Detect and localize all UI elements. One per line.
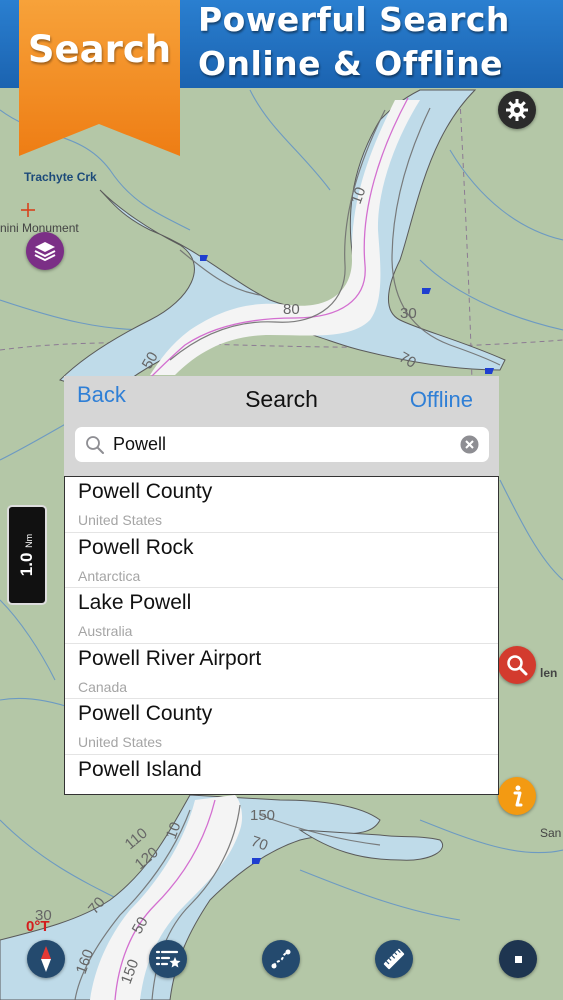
settings-gear-icon (506, 99, 528, 121)
offline-toggle-button[interactable]: Offline (410, 387, 473, 413)
record-stop-icon (515, 956, 522, 963)
list-item[interactable]: Powell County United States (65, 699, 498, 755)
measure-button[interactable] (375, 940, 413, 978)
result-name: Powell River Airport (78, 646, 262, 670)
banner-headline-2: Online & Offline (198, 44, 504, 83)
layers-icon (34, 242, 56, 262)
settings-button[interactable] (498, 91, 536, 129)
list-item[interactable]: Powell Island (65, 755, 498, 794)
result-name: Powell County (78, 702, 213, 726)
list-item[interactable]: Powell County United States (65, 477, 498, 533)
favorites-list-icon (155, 950, 181, 968)
svg-text:80: 80 (283, 301, 300, 318)
list-item[interactable]: Powell River Airport Canada (65, 644, 498, 700)
search-input[interactable] (113, 427, 443, 462)
search-panel-header: Back Search Offline (64, 376, 499, 476)
result-region: Canada (78, 678, 128, 695)
svg-text:30: 30 (400, 305, 417, 322)
result-region: United States (78, 734, 163, 751)
magnifier-icon (507, 655, 528, 676)
favorites-button[interactable] (149, 940, 187, 978)
info-button[interactable] (498, 777, 536, 815)
search-ribbon (19, 0, 180, 156)
result-region: United States (78, 512, 163, 528)
banner-headline-1: Powerful Search (198, 0, 510, 39)
scale-value: 1.0 (17, 552, 36, 577)
map-label-creek: Trachyte Crk (24, 170, 97, 184)
result-name: Powell Island (78, 757, 202, 781)
route-button[interactable] (262, 940, 300, 978)
scale-unit: Nm (24, 533, 34, 548)
route-icon (271, 949, 291, 969)
record-button[interactable] (499, 940, 537, 978)
search-results-list: Powell County United States Powell Rock … (64, 476, 499, 795)
result-name: Powell County (78, 480, 213, 503)
search-panel: Back Search Offline Powell County United… (64, 376, 499, 796)
map-label-edge-right-1: len (540, 666, 558, 680)
list-item[interactable]: Lake Powell Australia (65, 588, 498, 644)
compass-heading-label: 0°T (26, 918, 50, 935)
compass-icon (41, 946, 51, 972)
compass-button[interactable] (27, 940, 65, 978)
map-label-edge-right-2: San (540, 826, 562, 840)
result-name: Lake Powell (78, 591, 192, 615)
layers-button[interactable] (26, 232, 64, 270)
info-icon (513, 785, 523, 807)
search-field[interactable] (75, 427, 489, 462)
scale-indicator: 1.0 Nm (7, 505, 47, 605)
svg-text:150: 150 (250, 807, 275, 824)
list-item[interactable]: Powell Rock Antarctica (65, 533, 498, 589)
result-region: Antarctica (78, 567, 141, 584)
result-region: Australia (78, 623, 133, 640)
search-icon (86, 436, 104, 454)
measure-ruler-icon (383, 948, 405, 970)
result-name: Powell Rock (78, 535, 194, 559)
clear-icon[interactable] (460, 435, 479, 454)
search-button[interactable] (498, 646, 536, 684)
ribbon-label: Search (27, 28, 172, 71)
